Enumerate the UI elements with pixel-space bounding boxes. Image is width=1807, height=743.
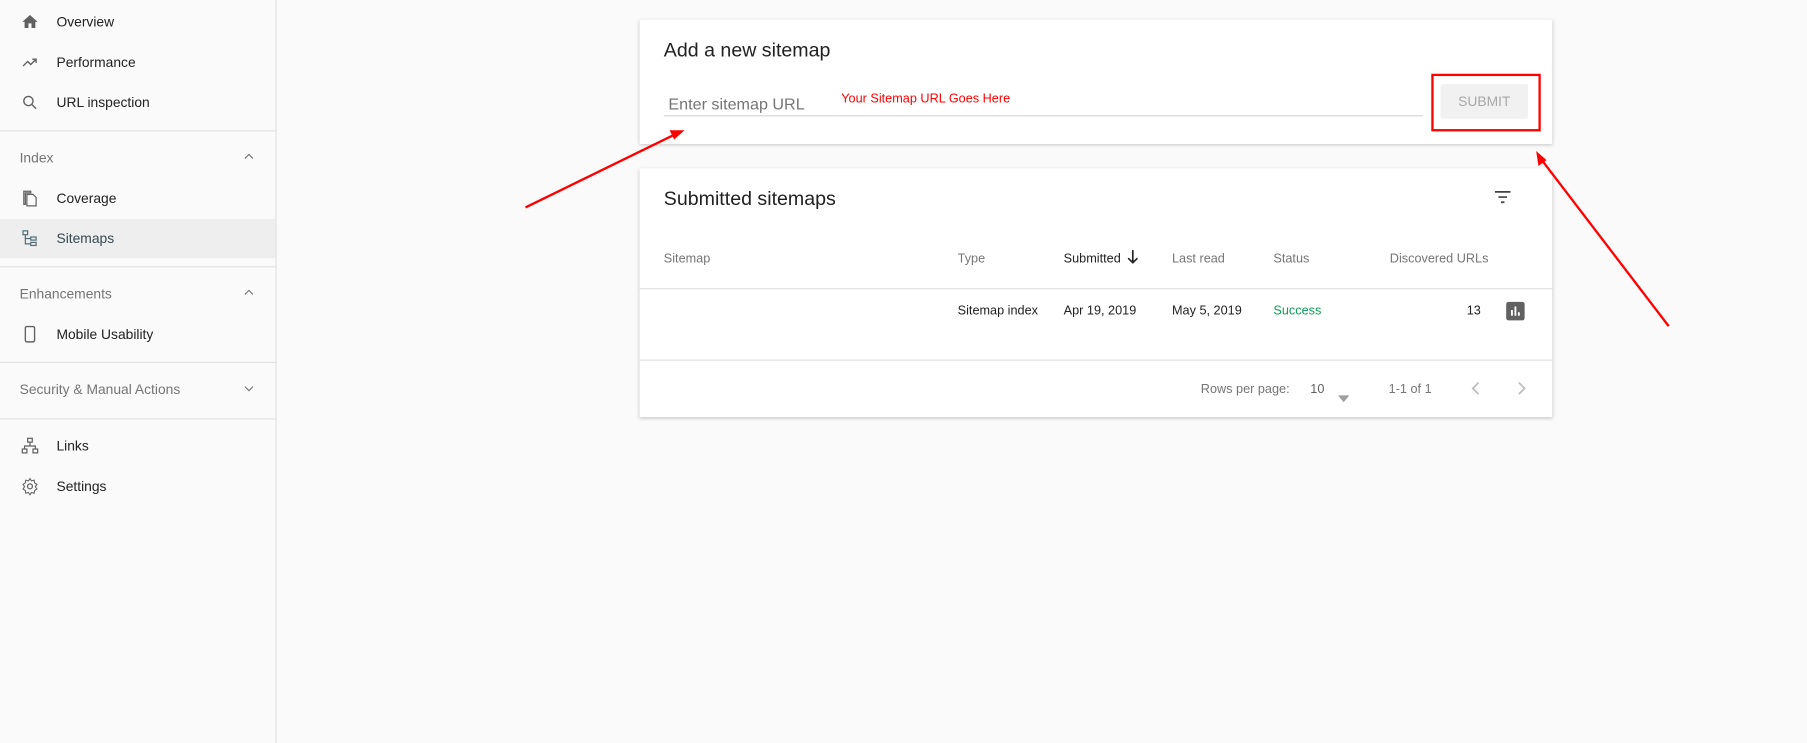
annotation-arrow-to-submit: [1536, 150, 1670, 327]
annotation-arrows: [524, 130, 1670, 327]
annotation-arrow-to-input: [524, 130, 685, 209]
